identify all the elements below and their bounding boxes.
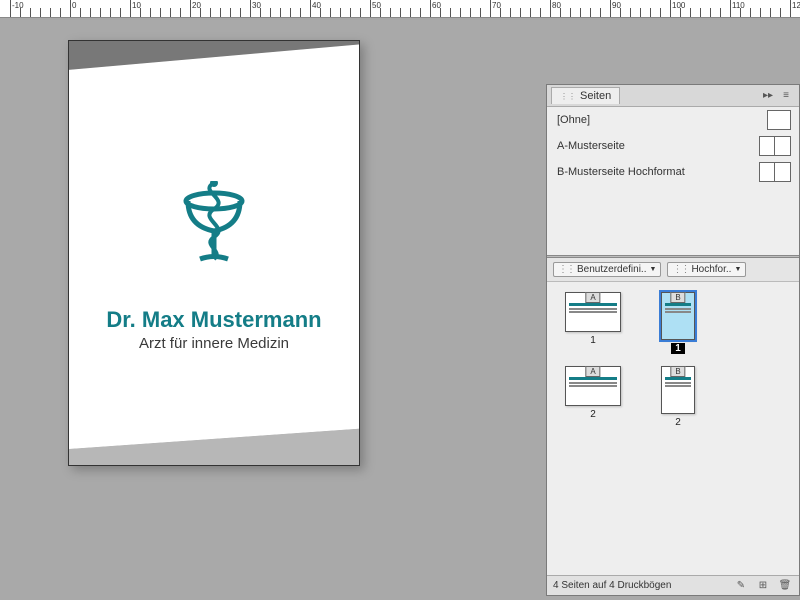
edit-page-icon[interactable]: ✎ <box>733 579 749 593</box>
panel-tab-pages[interactable]: ⋮⋮ Seiten <box>551 87 620 104</box>
page-number: 2 <box>675 417 681 428</box>
page-thumb-group[interactable]: B1 <box>661 292 695 354</box>
pages-panel: ⋮⋮ Seiten ▸▸ ≡ [Ohne] A-Musterseite B-Must… <box>546 84 800 596</box>
grip-icon: ⋮⋮ <box>672 264 688 275</box>
thumb-master-label: A <box>585 292 600 303</box>
panel-header: ⋮⋮ Seiten ▸▸ ≡ <box>547 85 799 107</box>
page-size-dropdown[interactable]: ⋮⋮Hochfor..▼ <box>667 262 746 277</box>
master-row[interactable]: A-Musterseite <box>547 133 799 159</box>
page-number: 1 <box>590 335 596 346</box>
thumb-master-label: B <box>670 292 685 303</box>
page-thumb-group[interactable]: A2 <box>565 366 621 420</box>
thumb-master-label: A <box>585 366 600 377</box>
medical-bowl-icon <box>178 181 250 273</box>
spread-row: A1B1 <box>555 292 791 354</box>
document-page[interactable]: Dr. Max Mustermann Arzt für innere Mediz… <box>68 40 360 466</box>
ruler-label: -10 <box>12 1 24 10</box>
master-label: B-Musterseite Hochformat <box>557 166 685 178</box>
chevron-down-icon: ▼ <box>734 266 741 273</box>
collapse-icon[interactable]: ▸▸ <box>759 88 777 104</box>
master-thumb[interactable] <box>767 110 791 130</box>
master-row[interactable]: B-Musterseite Hochformat <box>547 159 799 185</box>
page-size-dropdown[interactable]: ⋮⋮Benutzerdefini..▼ <box>553 262 661 277</box>
page-thumbnail[interactable]: B <box>661 292 695 340</box>
page-thumbnail[interactable]: B <box>661 366 695 414</box>
dropdown-label: Hochfor.. <box>691 264 731 275</box>
panel-footer: 4 Seiten auf 4 Druckbögen ✎ ⊞ 🗑 <box>547 575 799 595</box>
master-row[interactable]: [Ohne] <box>547 107 799 133</box>
delete-page-icon[interactable]: 🗑 <box>777 579 793 593</box>
dropdown-label: Benutzerdefini.. <box>577 264 647 275</box>
thumb-master-label: B <box>670 366 685 377</box>
master-label: [Ohne] <box>557 114 590 126</box>
grip-icon: ⋮⋮ <box>558 264 574 275</box>
ruler-label: 0 <box>72 1 76 10</box>
ruler-label: 100 <box>672 1 685 10</box>
panel-menu-icon[interactable]: ≡ <box>777 88 795 104</box>
page-number: 2 <box>590 409 596 420</box>
page-size-dropdowns: ⋮⋮Benutzerdefini..▼⋮⋮Hochfor..▼ <box>547 258 799 282</box>
spread-row: A2B2 <box>555 366 791 428</box>
page-thumbnail[interactable]: A <box>565 292 621 332</box>
master-thumb[interactable] <box>759 162 791 182</box>
pages-thumbnails-area: A1B1A2B2 <box>547 282 799 575</box>
status-text: 4 Seiten auf 4 Druckbögen <box>553 580 671 591</box>
chevron-down-icon: ▼ <box>650 266 657 273</box>
horizontal-ruler[interactable]: -100102030405060708090100110120 <box>0 0 800 18</box>
ruler-label: 110 <box>732 1 745 10</box>
master-thumb[interactable] <box>759 136 791 156</box>
document-title: Dr. Max Mustermann <box>69 307 359 333</box>
page-thumb-group[interactable]: B2 <box>661 366 695 428</box>
new-page-icon[interactable]: ⊞ <box>755 579 771 593</box>
master-label: A-Musterseite <box>557 140 625 152</box>
ruler-label: 120 <box>792 1 800 10</box>
page-bottom-shape <box>69 410 359 465</box>
page-number: 1 <box>671 343 685 354</box>
page-thumb-group[interactable]: A1 <box>565 292 621 346</box>
master-pages-list: [Ohne] A-Musterseite B-Musterseite Hochfor… <box>547 107 799 255</box>
page-thumbnail[interactable]: A <box>565 366 621 406</box>
page-top-shape <box>69 41 359 111</box>
document-subtitle: Arzt für innere Medizin <box>69 335 359 352</box>
grip-icon: ⋮⋮ <box>560 92 576 101</box>
panel-title: Seiten <box>580 90 611 102</box>
